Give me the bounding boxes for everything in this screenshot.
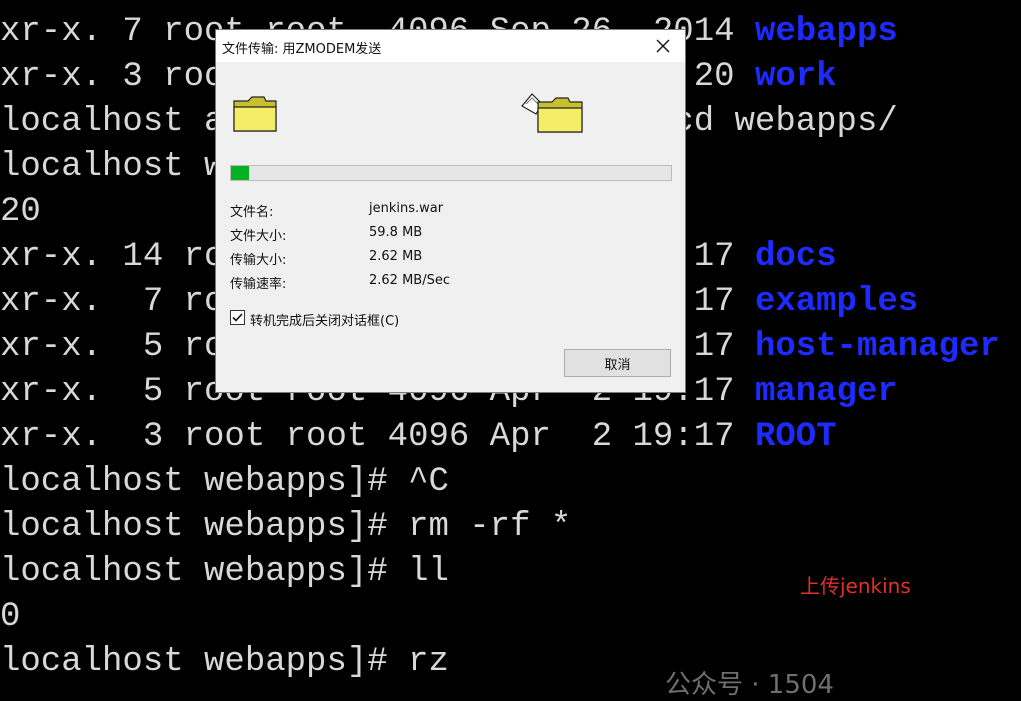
terminal-line: 20 — [0, 193, 41, 231]
terminal-line: localhost webapps]# ll — [0, 553, 449, 591]
cancel-button[interactable]: 取消 — [564, 349, 671, 377]
close-on-complete-label[interactable]: 转机完成后关闭对话框(C) — [250, 310, 399, 329]
close-on-complete-checkbox[interactable] — [230, 310, 245, 325]
dialog-title: 文件传输: 用ZMODEM发送 — [222, 42, 382, 57]
transferred-size-value: 2.62 MB — [369, 249, 423, 264]
transfer-rate-value: 2.62 MB/Sec — [369, 273, 450, 288]
file-transfer-dialog: 文件传输: 用ZMODEM发送 文件名: jenkins.war 文件大小: 5… — [215, 29, 686, 393]
terminal-line: 0 — [0, 598, 21, 636]
close-icon — [656, 39, 670, 53]
terminal-line: localhost webapps]# ^C — [0, 463, 449, 501]
progress-fill — [231, 166, 249, 180]
file-size-label: 文件大小: — [230, 229, 287, 244]
file-name-label: 文件名: — [230, 205, 274, 220]
dialog-titlebar[interactable]: 文件传输: 用ZMODEM发送 — [216, 30, 685, 62]
folder-icon — [233, 96, 277, 132]
close-button[interactable] — [641, 30, 685, 62]
terminal-line: localhost webapps]# rm -rf * — [0, 508, 572, 546]
terminal-line: localhost webapps]# rz — [0, 643, 449, 681]
transferred-size-label: 传输大小: — [230, 253, 287, 268]
folder-send-icon — [521, 93, 583, 133]
file-name-value: jenkins.war — [369, 201, 444, 216]
transfer-rate-label: 传输速率: — [230, 277, 287, 292]
watermark: 公众号 · 1504 — [665, 670, 834, 700]
terminal-line: xr-x. 3 root root 4096 Apr 2 19:17 ROOT — [0, 418, 837, 456]
file-size-value: 59.8 MB — [369, 225, 423, 240]
upload-annotation: 上传jenkins — [800, 574, 911, 598]
check-icon — [232, 313, 243, 322]
transfer-progress-bar — [230, 165, 672, 181]
